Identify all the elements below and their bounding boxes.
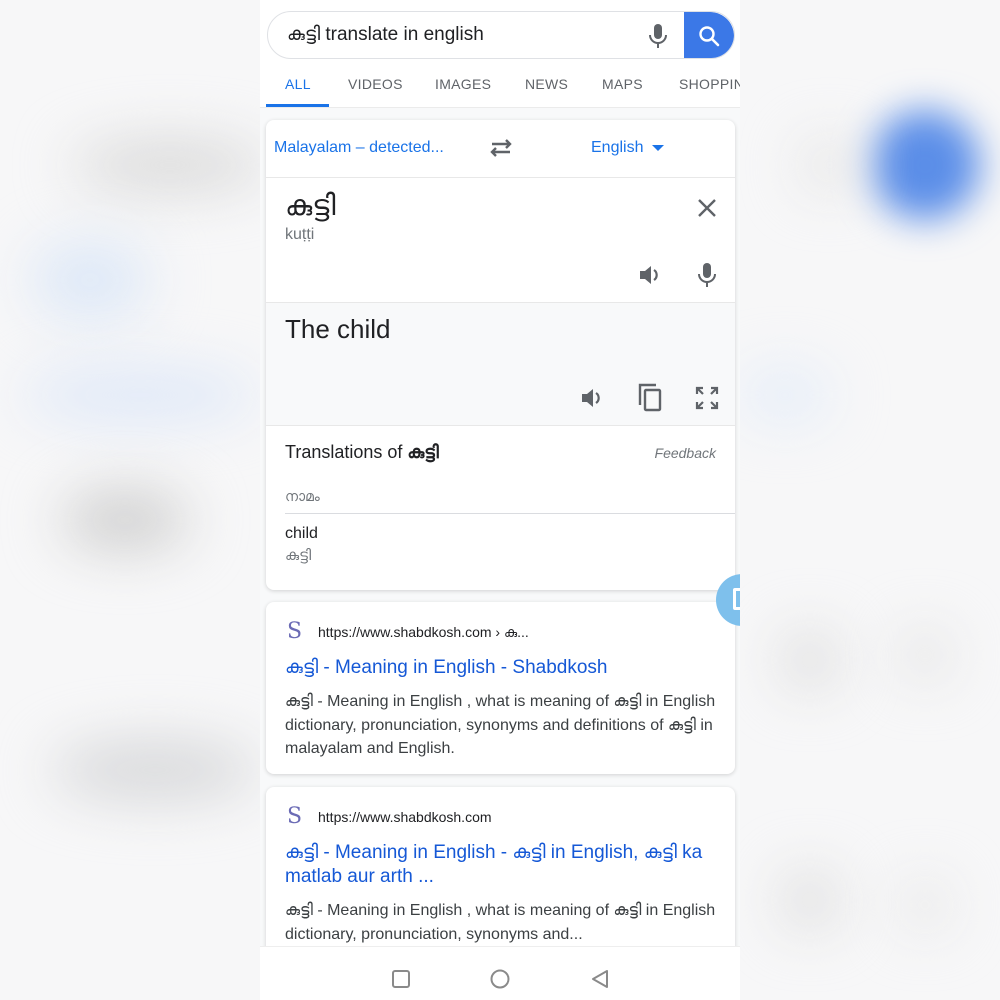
mic-icon: [698, 263, 716, 287]
swap-icon: [490, 139, 512, 157]
tab-news[interactable]: NEWS: [525, 62, 568, 107]
backdrop-blob: [870, 110, 980, 220]
target-listen-button[interactable]: [579, 385, 605, 411]
target-language-label: English: [591, 139, 644, 156]
transliteration: kuṭṭi: [285, 226, 315, 243]
tab-videos[interactable]: VIDEOS: [348, 62, 403, 107]
home-icon: [490, 969, 510, 989]
source-listen-button[interactable]: [637, 262, 663, 288]
copy-button[interactable]: [636, 381, 664, 413]
translated-text: The child: [285, 314, 391, 344]
backdrop-blob: [780, 630, 840, 690]
backdrop-blob: [780, 870, 840, 930]
search-box[interactable]: കുട്ടി translate in english: [267, 11, 735, 59]
back-icon: [592, 970, 608, 988]
target-text-area: The child: [266, 303, 735, 426]
backdrop-blob: [60, 490, 190, 550]
speaker-icon: [582, 389, 600, 407]
translations-heading-prefix: Translations of: [285, 442, 408, 462]
search-result: S https://www.shabdkosh.com › കു... കുട്…: [266, 602, 735, 774]
result-title-link[interactable]: കുട്ടി - Meaning in English - Shabdkosh: [285, 656, 717, 680]
result-url[interactable]: https://www.shabdkosh.com: [318, 809, 492, 825]
close-icon: [698, 199, 716, 217]
tab-maps[interactable]: MAPS: [602, 62, 643, 107]
tab-shopping[interactable]: SHOPPIN: [679, 62, 740, 107]
backdrop-blob: [900, 880, 950, 930]
translations-section: Translations of കുട്ടി Feedback നാമം chi…: [266, 426, 735, 590]
search-input[interactable]: കുട്ടി translate in english: [287, 12, 484, 58]
result-url[interactable]: https://www.shabdkosh.com › കു...: [318, 624, 529, 641]
tab-images[interactable]: IMAGES: [435, 62, 491, 107]
source-text: കുട്ടി: [285, 190, 336, 222]
backdrop-blob: [740, 370, 830, 420]
phone-screen: കുട്ടി translate in english ALL VIDEOS I…: [260, 0, 740, 1000]
backdrop-blob: [900, 630, 950, 680]
fullscreen-button[interactable]: [694, 385, 720, 411]
site-favicon: S: [287, 619, 303, 644]
swap-languages-button[interactable]: [486, 136, 516, 160]
backdrop-blob: [800, 140, 860, 190]
back-button[interactable]: [589, 968, 611, 990]
search-icon: [699, 26, 720, 47]
part-of-speech: നാമം: [285, 488, 320, 504]
copy-icon: [638, 383, 662, 412]
recents-icon: [392, 970, 410, 988]
translation-entry-word[interactable]: child: [285, 525, 318, 543]
translations-heading-word: കുട്ടി: [407, 442, 439, 462]
mic-icon[interactable]: [646, 22, 670, 50]
active-tab-indicator: [266, 104, 329, 107]
divider: [285, 513, 735, 514]
recents-button[interactable]: [390, 968, 412, 990]
clear-button[interactable]: [694, 195, 720, 221]
source-text-area[interactable]: കുട്ടി kuṭṭi: [266, 178, 735, 303]
results-feed: Malayalam – detected... English കുട്ടി k…: [260, 108, 740, 987]
source-mic-button[interactable]: [696, 261, 718, 289]
search-button[interactable]: [684, 12, 734, 58]
backdrop-blob: [20, 370, 260, 420]
source-language-selector[interactable]: Malayalam – detected...: [274, 120, 444, 176]
home-button[interactable]: [489, 968, 511, 990]
floating-app-icon: [733, 588, 740, 610]
translations-heading: Translations of കുട്ടി: [285, 442, 439, 463]
search-tabs: ALL VIDEOS IMAGES NEWS MAPS SHOPPIN: [260, 62, 740, 108]
backdrop-blob: [50, 740, 260, 800]
result-title-link[interactable]: കുട്ടി - Meaning in English - കുട്ടി in …: [285, 841, 717, 889]
system-nav-bar: [260, 946, 740, 1000]
backdrop-blob: [30, 240, 150, 320]
dropdown-caret-icon: [652, 144, 665, 151]
result-snippet: കുട്ടി - Meaning in English , what is me…: [285, 693, 716, 757]
feedback-link[interactable]: Feedback: [655, 445, 716, 461]
site-favicon: S: [287, 804, 303, 829]
target-language-selector[interactable]: English: [591, 120, 665, 176]
tab-all[interactable]: ALL: [285, 62, 311, 107]
language-bar: Malayalam – detected... English: [266, 120, 735, 178]
fullscreen-icon: [695, 386, 719, 410]
speaker-icon: [640, 266, 658, 284]
translation-entry-back: കുട്ടി: [285, 547, 312, 564]
backdrop-blob: [70, 140, 270, 190]
translate-card: Malayalam – detected... English കുട്ടി k…: [266, 120, 735, 590]
result-snippet: കുട്ടി - Meaning in English , what is me…: [285, 902, 716, 943]
